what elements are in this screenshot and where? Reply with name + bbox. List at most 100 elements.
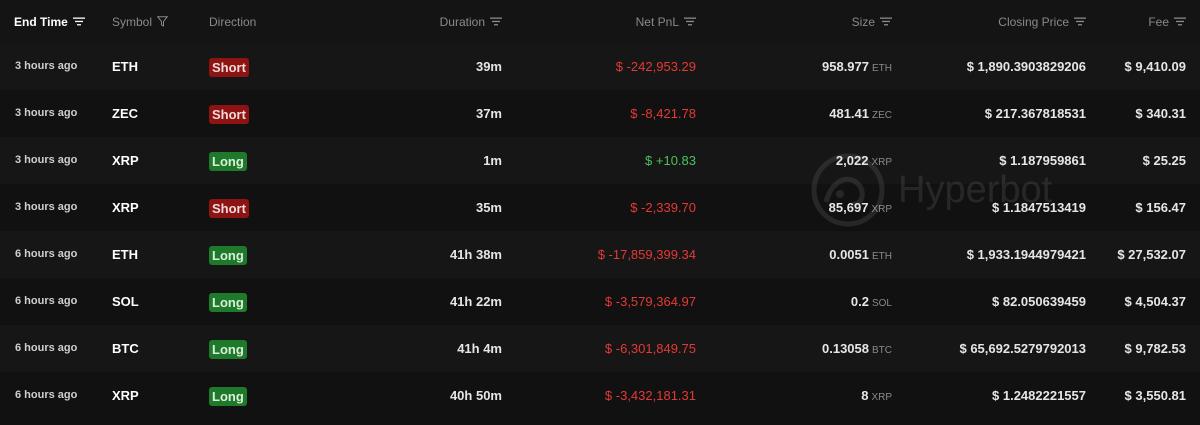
fee-cell: $ 4,504.37 bbox=[1124, 294, 1186, 309]
table-row[interactable]: 3 hours ago ZEC Short 37m $ -8,421.78 481.41 Z… bbox=[0, 90, 1200, 137]
table-row[interactable]: 3 hours ago ETH Short 39m $ -242,953.29 958.9… bbox=[0, 43, 1200, 90]
direction-cell: Long bbox=[209, 231, 247, 278]
symbol-cell[interactable]: ETH bbox=[112, 43, 138, 90]
direction-cell: Long bbox=[209, 278, 247, 325]
closing-price-cell: $ 82.050639459 bbox=[992, 294, 1086, 309]
closing-price-cell: $ 1.187959861 bbox=[999, 153, 1086, 168]
direction-cell: Short bbox=[209, 90, 249, 137]
end-time-label: End Time bbox=[14, 14, 68, 29]
funnel-filter-icon[interactable] bbox=[157, 16, 169, 27]
sort-lines-icon[interactable] bbox=[1174, 17, 1186, 26]
size-unit: ETH bbox=[872, 251, 892, 262]
end-time-cell: 6 hours ago bbox=[15, 389, 78, 401]
table-header: End Time Symbol Direction Duration Net P… bbox=[0, 0, 1200, 43]
size-value: 2,022 bbox=[835, 153, 869, 168]
table-row[interactable]: 6 hours ago SOL Long 41h 22m $ -3,579,364.97… bbox=[0, 278, 1200, 325]
symbol-cell[interactable]: XRP bbox=[112, 137, 139, 184]
end-time-cell: 6 hours ago bbox=[15, 248, 78, 260]
size-cell: 85,697 XRP bbox=[752, 184, 892, 231]
table-row[interactable]: 6 hours ago ETH Long 41h 38m $ -17,859,399.3… bbox=[0, 231, 1200, 278]
sort-lines-icon[interactable] bbox=[880, 17, 892, 26]
duration-cell: 41h 4m bbox=[457, 341, 502, 356]
size-cell: 0.13058 BTC bbox=[752, 325, 892, 372]
direction-badge: Long bbox=[209, 387, 247, 407]
size-cell: 0.2 SOL bbox=[752, 278, 892, 325]
direction-badge: Short bbox=[209, 105, 249, 125]
size-label: Size bbox=[851, 14, 875, 29]
size-cell: 8 XRP bbox=[752, 372, 892, 419]
sort-lines-icon[interactable] bbox=[1074, 17, 1086, 26]
size-value: 85,697 bbox=[828, 200, 869, 215]
table-row[interactable]: 6 hours ago XRP Long 40h 50m $ -3,432,181.31… bbox=[0, 372, 1200, 419]
size-value: 0.13058 bbox=[822, 341, 869, 356]
direction-cell: Short bbox=[209, 184, 249, 231]
symbol-cell[interactable]: XRP bbox=[112, 372, 139, 419]
net-pnl-cell: $ -3,579,364.97 bbox=[604, 294, 696, 309]
sort-lines-icon[interactable] bbox=[684, 17, 696, 26]
direction-cell: Long bbox=[209, 372, 247, 419]
fee-cell: $ 25.25 bbox=[1142, 153, 1186, 168]
duration-cell: 1m bbox=[483, 153, 502, 168]
column-header-size[interactable]: Size bbox=[752, 0, 892, 43]
symbol-label: Symbol bbox=[112, 14, 153, 29]
fee-cell: $ 156.47 bbox=[1135, 200, 1186, 215]
duration-cell: 37m bbox=[475, 106, 502, 121]
closing-price-cell: $ 65,692.5279792013 bbox=[959, 341, 1086, 356]
net-pnl-cell: $ -2,339.70 bbox=[630, 200, 696, 215]
fee-cell: $ 3,550.81 bbox=[1124, 388, 1186, 403]
end-time-cell: 3 hours ago bbox=[15, 60, 78, 72]
direction-badge: Short bbox=[209, 199, 249, 219]
end-time-cell: 3 hours ago bbox=[15, 107, 78, 119]
symbol-cell[interactable]: ETH bbox=[112, 231, 138, 278]
duration-cell: 40h 50m bbox=[449, 388, 502, 403]
table-row[interactable]: 6 hours ago BTC Long 41h 4m $ -6,301,849.75 0… bbox=[0, 325, 1200, 372]
symbol-cell[interactable]: SOL bbox=[112, 278, 139, 325]
size-unit: XRP bbox=[871, 157, 892, 168]
closing-price-cell: $ 1,890.3903829206 bbox=[966, 59, 1086, 74]
direction-badge: Long bbox=[209, 340, 247, 360]
sort-lines-icon[interactable] bbox=[72, 17, 85, 26]
column-header-fee[interactable]: Fee bbox=[1100, 0, 1186, 43]
size-cell: 2,022 XRP bbox=[752, 137, 892, 184]
column-header-duration[interactable]: Duration bbox=[382, 0, 502, 43]
direction-badge: Long bbox=[209, 246, 247, 266]
net-pnl-cell: $ -8,421.78 bbox=[630, 106, 696, 121]
column-header-closing-price[interactable]: Closing Price bbox=[926, 0, 1086, 43]
column-header-symbol[interactable]: Symbol bbox=[112, 0, 169, 43]
size-unit: XRP bbox=[871, 392, 892, 403]
column-header-end-time[interactable]: End Time bbox=[14, 0, 85, 43]
duration-cell: 39m bbox=[475, 59, 502, 74]
size-cell: 958.977 ETH bbox=[752, 43, 892, 90]
sort-lines-icon[interactable] bbox=[490, 17, 502, 26]
closing-price-cell: $ 217.367818531 bbox=[984, 106, 1086, 121]
duration-cell: 41h 22m bbox=[449, 294, 502, 309]
duration-label: Duration bbox=[439, 14, 485, 29]
end-time-cell: 6 hours ago bbox=[15, 295, 78, 307]
fee-cell: $ 9,410.09 bbox=[1124, 59, 1186, 74]
size-cell: 0.0051 ETH bbox=[752, 231, 892, 278]
symbol-cell[interactable]: BTC bbox=[112, 325, 139, 372]
direction-cell: Short bbox=[209, 43, 249, 90]
end-time-cell: 3 hours ago bbox=[15, 201, 78, 213]
net-pnl-cell: $ -3,432,181.31 bbox=[604, 388, 696, 403]
direction-badge: Short bbox=[209, 58, 249, 78]
table-row[interactable]: 3 hours ago XRP Short 35m $ -2,339.70 85,697 X… bbox=[0, 184, 1200, 231]
size-value: 481.41 bbox=[829, 106, 869, 121]
fee-cell: $ 340.31 bbox=[1135, 106, 1186, 121]
table-row[interactable]: 3 hours ago XRP Long 1m $ +10.83 2,022 XRP $ 1.… bbox=[0, 137, 1200, 184]
closing-price-cell: $ 1,933.1944979421 bbox=[966, 247, 1086, 262]
direction-label: Direction bbox=[209, 14, 257, 29]
end-time-cell: 3 hours ago bbox=[15, 154, 78, 166]
column-header-net-pnl[interactable]: Net PnL bbox=[556, 0, 696, 43]
symbol-cell[interactable]: ZEC bbox=[112, 90, 138, 137]
direction-cell: Long bbox=[209, 325, 247, 372]
fee-cell: $ 9,782.53 bbox=[1124, 341, 1186, 356]
direction-badge: Long bbox=[209, 293, 247, 313]
size-value: 958.977 bbox=[822, 59, 869, 74]
symbol-cell[interactable]: XRP bbox=[112, 184, 139, 231]
size-value: 8 bbox=[861, 388, 869, 403]
size-unit: ETH bbox=[872, 63, 892, 74]
net-pnl-cell: $ -17,859,399.34 bbox=[597, 247, 696, 262]
net-pnl-cell: $ -6,301,849.75 bbox=[604, 341, 696, 356]
column-header-direction[interactable]: Direction bbox=[209, 0, 256, 43]
